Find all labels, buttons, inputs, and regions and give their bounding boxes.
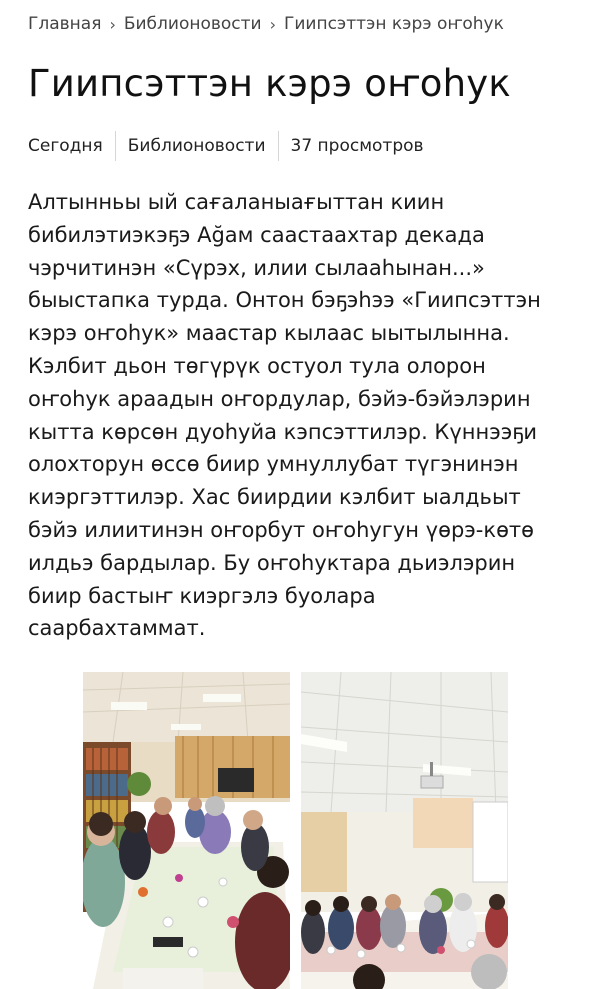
article-meta: Сегодня Библионовости 37 просмотров: [28, 130, 436, 162]
article-body-line: быыстапка турда. Онтон бэҕэһээ «Гиипсэтт…: [28, 288, 541, 313]
article-body-line: кытта көрсөн дуоһуйа кэпсэттилэр. Күннээ…: [28, 419, 538, 444]
article-body-line: кэрэ оҥоһук» маастар кылаас ыытылынна.: [28, 321, 510, 346]
article-body: Алтынньы ый сағаланыағыттан киин бибилэт…: [28, 186, 573, 645]
chevron-right-icon: ›: [269, 14, 276, 34]
article-photo-1[interactable]: [83, 672, 290, 989]
article-body-line: чэрчитинэн «Сүрэх, илии сылааһынан...»: [28, 255, 485, 280]
article-photo-2[interactable]: [301, 672, 508, 989]
article-body-line: Алтынньы ый сағаланыағыттан киин: [28, 190, 445, 214]
article-body-line: бэйэ илиитинэн оҥорбут оҥоһугун үөрэ-көт…: [28, 517, 534, 542]
article-date: Сегодня: [28, 136, 103, 156]
article-body-line: оҥоһук араадын оҥордулар, бэйэ-бэйэлэрин: [28, 386, 531, 411]
article-body-line: бибилэтиэкэҕэ Ağам саастаахтар декада: [28, 222, 485, 247]
article-body-line: илдьэ бардылар. Бу оҥоһуктара дьиэлэрин: [28, 550, 516, 575]
article-category-link[interactable]: Библионовости: [116, 136, 278, 156]
breadcrumb-category-link[interactable]: Библионовости: [124, 14, 262, 34]
breadcrumb-home-link[interactable]: Главная: [28, 14, 101, 34]
article-body-line: саарбахтаммат.: [28, 616, 206, 641]
article-body-line: киэргэттилэр. Хас биирдии кэлбит ыалдьыт: [28, 485, 521, 510]
article-views: 37 просмотров: [290, 136, 424, 156]
page-title: Гиипсэттэн кэрэ оҥоһук: [28, 62, 511, 105]
article-body-line: биир бастыҥ киэргэлэ буолара: [28, 583, 376, 608]
breadcrumb-current: Гиипсэттэн кэрэ оҥоһук: [284, 14, 504, 34]
chevron-right-icon: ›: [109, 14, 116, 34]
article-body-line: олохторун өссө биир умнуллубат түгэнинэн: [28, 452, 519, 477]
article-body-line: Кэлбит дьон төгүрүк остуол тула олорон: [28, 353, 486, 378]
breadcrumb: Главная › Библионовости › Гиипсэттэн кэр…: [28, 14, 504, 34]
